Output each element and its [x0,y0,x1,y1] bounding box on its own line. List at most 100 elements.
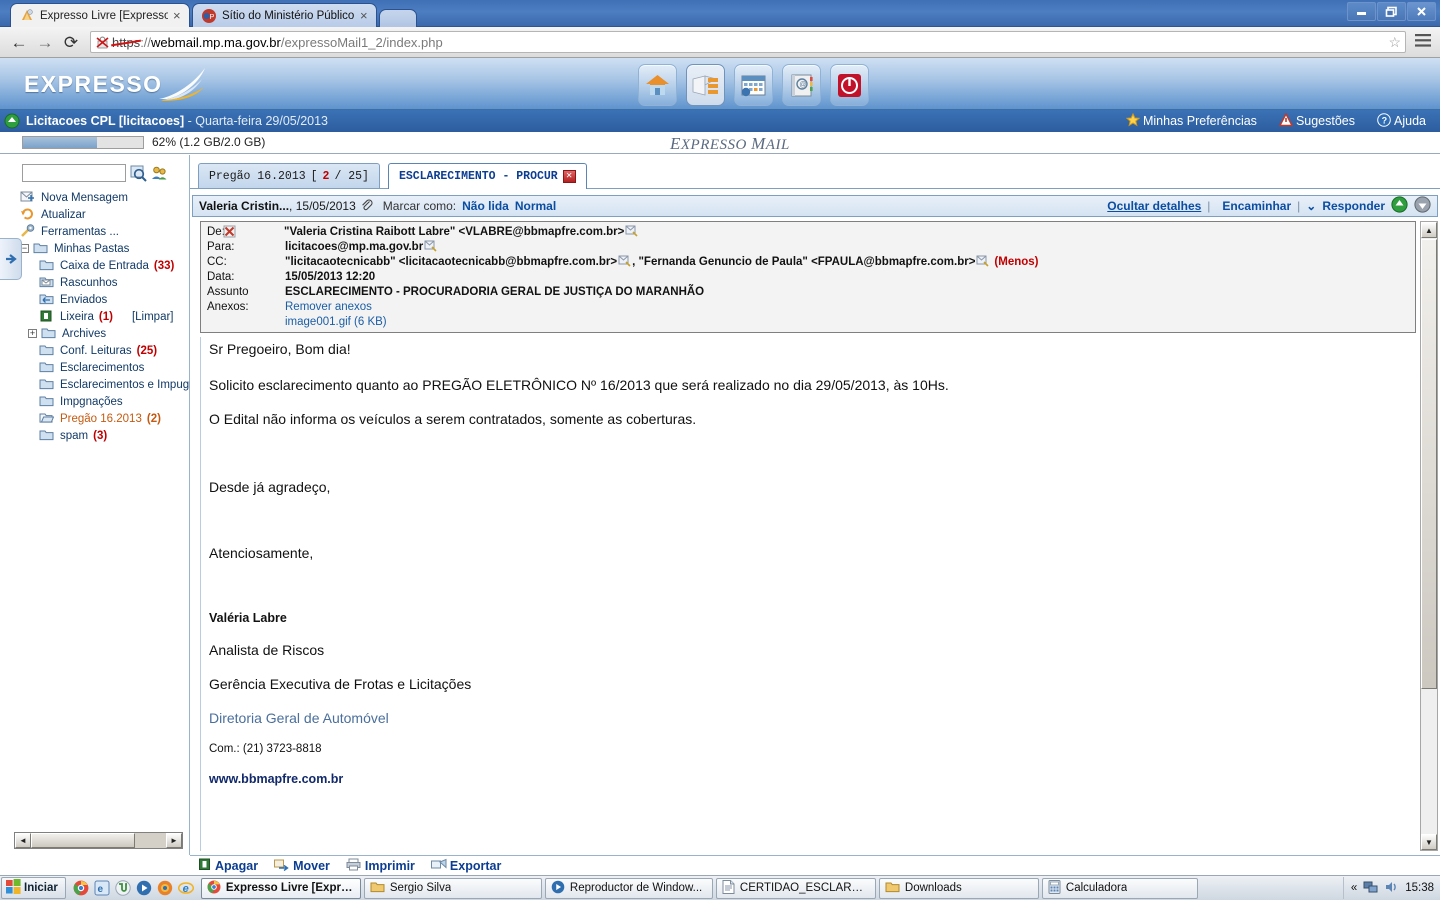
sidebar-item-spam[interactable]: spam (3) [20,427,187,444]
add-contact-icon[interactable] [625,225,638,237]
forward-link[interactable]: Encaminhar [1222,199,1291,213]
hide-details-link[interactable]: Ocultar detalhes [1107,199,1201,213]
new-tab-button[interactable] [379,9,417,27]
mp-favicon: P [201,8,217,24]
attachment-link[interactable]: image001.gif (6 KB) [285,315,387,330]
back-button[interactable]: ← [6,34,32,51]
mark-unread-link[interactable]: Não lida [462,199,509,213]
apagar-button[interactable]: Apagar [198,858,258,874]
browser-tab-1[interactable]: P Sítio do Ministério Público do × [192,3,377,27]
detail-value: 15/05/2013 12:20 [285,271,376,283]
link-ajuda[interactable]: ? Ajuda [1377,112,1426,130]
exportar-button[interactable]: Exportar [430,858,501,874]
taskbar-window-downloads[interactable]: Downloads [878,877,1039,899]
close-button[interactable] [1407,2,1436,21]
sidebar-horizontal-scrollbar[interactable]: ◄ ► [14,832,183,849]
sidebar-item-caixa-de-entrada[interactable]: Caixa de Entrada (33) [20,257,187,274]
sidebar-item-conf-leituras[interactable]: Conf. Leituras (25) [20,342,187,359]
ie-tab-icon[interactable]: e [94,880,110,896]
network-icon[interactable] [1363,880,1378,897]
clock[interactable]: 15:38 [1405,882,1434,894]
sidebar-item-esclarecimentos-e-impugnacoes[interactable]: Esclarecimentos e Impugr [20,376,193,393]
minimize-button[interactable] [1347,2,1376,21]
sidebar-item-label: Pregão 16.2013 [60,412,142,425]
link-minhas-preferencias[interactable]: Minhas Preferências [1125,112,1257,130]
tray-expand-icon[interactable]: « [1351,882,1357,894]
chevron-down-icon[interactable]: ⌄ [1306,199,1316,213]
mail-tab-esclarecimento[interactable]: ESCLARECIMENTO - PROCUR ✕ [387,163,587,189]
sidebar-item-lixeira[interactable]: Lixeira (1) [Limpar] [20,308,187,325]
next-message-icon[interactable] [1414,196,1431,216]
reload-button[interactable]: ⟳ [58,34,84,51]
detail-value: "Valeria Cristina Raibott Labre" <VLABRE… [284,226,625,238]
watermark-part: XPRESSO [680,137,752,153]
link-sugestoes[interactable]: Sugestões [1278,111,1355,130]
close-icon[interactable]: ✕ [562,170,576,183]
sidebar-item-enviados[interactable]: Enviados [20,291,187,308]
sidebar-item-rascunhos[interactable]: Rascunhos [20,274,187,291]
remove-attachments-link[interactable]: Remover anexos [285,300,387,315]
imprimir-button[interactable]: Imprimir [346,858,415,874]
add-contact-icon[interactable] [976,255,989,267]
scroll-left-icon[interactable]: ◄ [15,833,31,848]
sidebar-item-nova-mensagem[interactable]: Nova Mensagem [20,189,187,206]
contacts-icon[interactable] [151,165,168,182]
address-bar[interactable]: https://webmail.mp.ma.gov.br/expressoMai… [90,31,1406,53]
chrome-menu-icon[interactable] [1412,33,1434,51]
calendar-icon[interactable] [734,64,773,106]
volume-icon[interactable] [1384,880,1399,897]
firefox-orb-icon[interactable] [157,880,173,896]
home-icon[interactable] [638,64,677,106]
sidebar-item-esclarecimentos[interactable]: Esclarecimentos [20,359,187,376]
mover-button[interactable]: Mover [274,858,330,874]
sidebar-item-impugnacoes[interactable]: Impgnações [20,393,187,410]
close-icon[interactable]: × [173,9,183,22]
previous-message-icon[interactable] [1391,196,1408,216]
chrome-icon [207,880,221,897]
bookmark-star-icon[interactable]: ☆ [1388,34,1401,51]
add-contact-icon[interactable] [618,255,631,267]
scrollbar-thumb[interactable] [1421,239,1437,689]
sidebar-item-ferramentas[interactable]: Ferramentas ... [20,223,187,240]
limpar-link[interactable]: [Limpar] [132,311,174,323]
maximize-button[interactable] [1377,2,1406,21]
internet-explorer-icon[interactable]: e [177,880,194,896]
detail-label: De: [207,226,225,238]
message-vertical-scrollbar[interactable]: ▲ ▼ [1420,221,1438,851]
expand-up-icon[interactable] [4,113,20,129]
sidebar-item-pregao-16-2013[interactable]: Pregão 16.2013 (2) [20,410,187,427]
taskbar-window-calculadora[interactable]: Calculadora [1041,877,1198,899]
taskbar-window-expresso[interactable]: Expresso Livre [Expre... [200,877,361,899]
browser-toolbar: ← → ⟳ https://webmail.mp.ma.gov.br/expre… [0,27,1440,58]
taskbar-window-certidao[interactable]: CERTIDÃO_ESCLARECI... [715,877,876,899]
expresso-logo[interactable]: EXPRESSO [24,66,211,102]
taskbar-window-sergio-silva[interactable]: Sergio Silva [363,877,542,899]
addressbook-icon[interactable]: @ [782,64,821,106]
collapse-sidebar-icon[interactable] [0,238,22,280]
utorrent-icon[interactable] [115,880,131,896]
reply-link[interactable]: Responder [1322,199,1385,213]
menos-link[interactable]: (Menos) [994,255,1038,270]
scrollbar-thumb[interactable] [31,833,135,848]
close-icon[interactable]: × [360,9,370,22]
media-player-icon[interactable] [136,880,152,896]
search-icon[interactable] [130,165,147,182]
forward-button[interactable]: → [32,34,58,51]
mail-icon[interactable] [686,64,725,106]
sidebar-item-minhas-pastas[interactable]: − Minhas Pastas [20,240,187,257]
sidebar-item-archives[interactable]: + Archives [20,325,187,342]
add-contact-icon[interactable] [424,240,437,252]
browser-tab-0[interactable]: Expresso Livre [Expresso Ma × [10,3,190,27]
search-input[interactable] [22,164,126,182]
chrome-icon[interactable] [73,880,89,896]
mark-normal-link[interactable]: Normal [515,199,556,213]
taskbar-window-reproductor[interactable]: Reproductor de Window... [544,877,713,899]
start-button[interactable]: Iniciar [1,877,66,899]
tree-toggle-icon[interactable]: + [28,329,37,338]
scroll-down-icon[interactable]: ▼ [1421,834,1437,850]
logout-icon[interactable] [830,64,869,106]
mail-tab-pregao[interactable]: Pregão 16.2013 [2 / 25] [198,163,380,188]
sidebar-item-atualizar[interactable]: Atualizar [20,206,187,223]
scroll-right-icon[interactable]: ► [166,833,182,848]
scroll-up-icon[interactable]: ▲ [1421,222,1437,238]
